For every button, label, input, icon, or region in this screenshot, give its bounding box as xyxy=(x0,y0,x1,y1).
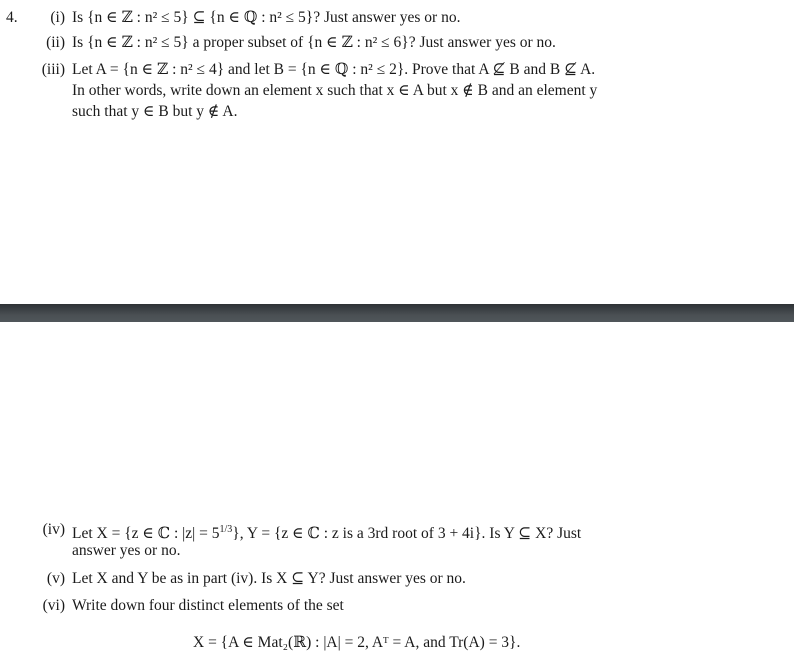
part-v-line-1: Let X and Y be as in part (iv). Is X ⊆ Y… xyxy=(72,570,466,587)
superscript: 1/3 xyxy=(219,524,233,535)
part-iii-line-1: Let A = {n ∈ ℤ : n² ≤ 4} and let B = {n … xyxy=(72,61,596,78)
part-i-line-1: Is {n ∈ ℤ : n² ≤ 5} ⊆ {n ∈ ℚ : n² ≤ 5}? … xyxy=(72,9,461,26)
page-divider xyxy=(0,304,794,322)
part-label-iv: (iv) xyxy=(42,521,65,538)
part-label-iii: (iii) xyxy=(41,61,65,78)
part-vi-line-1: Write down four distinct elements of the… xyxy=(72,597,344,614)
part-iii-line-3: such that y ∈ B but y ∉ A. xyxy=(72,103,238,120)
display-equation: X = {A ∈ Mat₂(ℝ) : |A| = 2, Aᵀ = A, and … xyxy=(193,634,521,651)
part-label-vi: (vi) xyxy=(42,597,65,614)
part-ii-line-1: Is {n ∈ ℤ : n² ≤ 5} a proper subset of {… xyxy=(72,34,556,51)
part-label-i: (i) xyxy=(50,9,65,26)
part-iii-line-2: In other words, write down an element x … xyxy=(72,82,598,99)
part-label-v: (v) xyxy=(46,570,65,587)
part-iv-line-2: answer yes or no. xyxy=(72,542,181,559)
problem-number: 4. xyxy=(6,9,18,26)
part-label-ii: (ii) xyxy=(46,34,65,51)
